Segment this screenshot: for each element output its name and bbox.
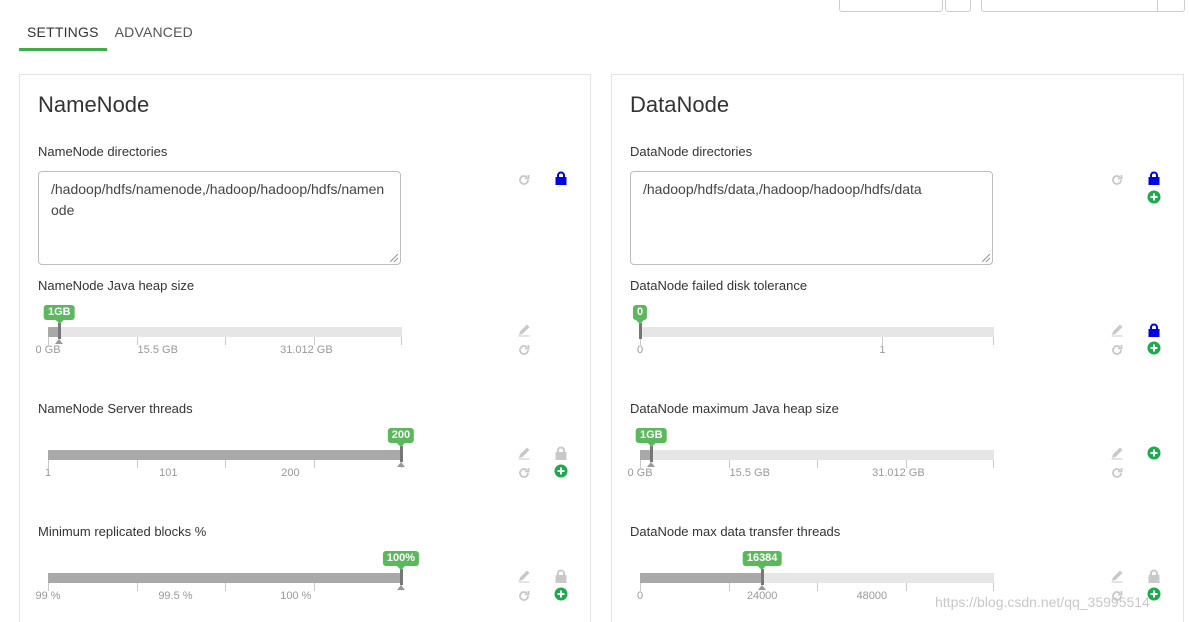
edit-pencil-icon[interactable] — [517, 446, 531, 460]
edit-pencil-icon[interactable] — [517, 323, 531, 337]
value-badge: 1GB — [44, 305, 75, 324]
tick-label: 48000 — [856, 590, 888, 602]
tab-advanced[interactable]: ADVANCED — [107, 18, 201, 51]
slider-pointer — [647, 462, 656, 467]
namenode-panel: NameNode NameNode directories /hadoop/hd… — [19, 74, 591, 622]
add-circle-icon[interactable] — [554, 464, 568, 478]
lock-icon[interactable] — [554, 569, 568, 583]
config-group-caret-button[interactable] — [945, 0, 971, 12]
panel-title: DataNode — [630, 92, 730, 117]
undo-icon[interactable] — [517, 173, 531, 187]
panel-title: NameNode — [38, 92, 150, 117]
namenode-directories-input[interactable]: /hadoop/hdfs/namenode,/hadoop/hadoop/hdf… — [38, 171, 401, 265]
lock-icon[interactable] — [1147, 569, 1161, 583]
undo-icon[interactable] — [517, 466, 531, 480]
tick-label: 1 — [879, 344, 886, 356]
datanode-panel: DataNode DataNode directories /hadoop/hd… — [611, 74, 1184, 622]
value-badge: 16384 — [742, 551, 782, 570]
slider-handle[interactable] — [761, 569, 765, 585]
add-circle-icon[interactable] — [1147, 341, 1161, 355]
edit-pencil-icon[interactable] — [1110, 323, 1124, 337]
slider-pointer — [758, 585, 767, 590]
datanode-heap-label: DataNode maximum Java heap size — [630, 401, 839, 416]
undo-icon[interactable] — [1110, 173, 1124, 187]
add-circle-icon[interactable] — [1147, 446, 1161, 460]
datanode-directories-label: DataNode directories — [630, 144, 753, 159]
slider-pointer — [396, 585, 405, 590]
datanode-transfer-threads-label: DataNode max data transfer threads — [630, 524, 841, 539]
undo-icon[interactable] — [1110, 466, 1124, 480]
tick-label: 0 GB — [627, 467, 653, 479]
tick-label: 15.5 GB — [729, 467, 770, 479]
add-circle-icon[interactable] — [1147, 190, 1161, 204]
tick-label: 101 — [159, 467, 178, 479]
config-group-dropdown[interactable] — [839, 0, 943, 12]
tick-label: 0 — [636, 344, 644, 356]
slider-pointer — [55, 339, 64, 344]
value-badge: 0 — [632, 305, 648, 324]
tick-label: 0 — [636, 590, 644, 602]
resize-grip-icon[interactable] — [390, 254, 398, 262]
value-badge: 1GB — [636, 428, 667, 447]
add-circle-icon[interactable] — [554, 587, 568, 601]
lock-icon[interactable] — [1147, 323, 1161, 337]
tick-label: 15.5 GB — [137, 344, 178, 356]
tick-label: 31.012 GB — [872, 467, 925, 479]
resize-grip-icon[interactable] — [982, 254, 990, 262]
edit-pencil-icon[interactable] — [1110, 446, 1124, 460]
namenode-heap-label: NameNode Java heap size — [38, 278, 195, 293]
slider-handle[interactable] — [399, 446, 403, 462]
tick-label: 99 % — [35, 590, 61, 602]
tick-label: 24000 — [746, 590, 778, 602]
tick-label: 100 % — [280, 590, 312, 602]
edit-pencil-icon[interactable] — [517, 569, 531, 583]
undo-icon[interactable] — [1110, 343, 1124, 357]
undo-icon[interactable] — [517, 589, 531, 603]
value-badge: 200 — [387, 428, 415, 447]
namenode-directories-label: NameNode directories — [38, 144, 168, 159]
datanode-failed-disk-label: DataNode failed disk tolerance — [630, 278, 808, 293]
datanode-directories-input[interactable]: /hadoop/hdfs/data,/hadoop/hadoop/hdfs/da… — [630, 171, 993, 265]
lock-icon[interactable] — [554, 446, 568, 460]
tab-settings[interactable]: SETTINGS — [19, 18, 107, 51]
datanode-directories-value: /hadoop/hdfs/data,/hadoop/hadoop/hdfs/da… — [643, 181, 922, 197]
tab-bar: SETTINGS ADVANCED — [19, 18, 201, 51]
slider-pointer — [396, 462, 405, 467]
tick-label: 31.012 GB — [280, 344, 333, 356]
value-badge: 100% — [382, 551, 420, 570]
slider-handle[interactable] — [58, 323, 62, 339]
edit-pencil-icon[interactable] — [1110, 569, 1124, 583]
slider-handle[interactable] — [650, 446, 654, 462]
tick-label: 99.5 % — [158, 590, 193, 602]
filter-input[interactable] — [981, 0, 1185, 12]
lock-icon[interactable] — [554, 171, 568, 185]
tick-label: 0 GB — [35, 344, 61, 356]
namenode-threads-label: NameNode Server threads — [38, 401, 193, 416]
slider-handle[interactable] — [639, 323, 642, 339]
undo-icon[interactable] — [517, 343, 531, 357]
watermark: https://blog.csdn.net/qq_35995514 — [935, 594, 1150, 610]
tick-label: 1 — [44, 467, 52, 479]
lock-icon[interactable] — [1147, 171, 1161, 185]
slider-handle[interactable] — [399, 569, 403, 585]
namenode-min-replicated-label: Minimum replicated blocks % — [38, 524, 207, 539]
tick-label: 200 — [281, 467, 300, 479]
namenode-directories-value: /hadoop/hdfs/namenode,/hadoop/hadoop/hdf… — [51, 181, 385, 218]
